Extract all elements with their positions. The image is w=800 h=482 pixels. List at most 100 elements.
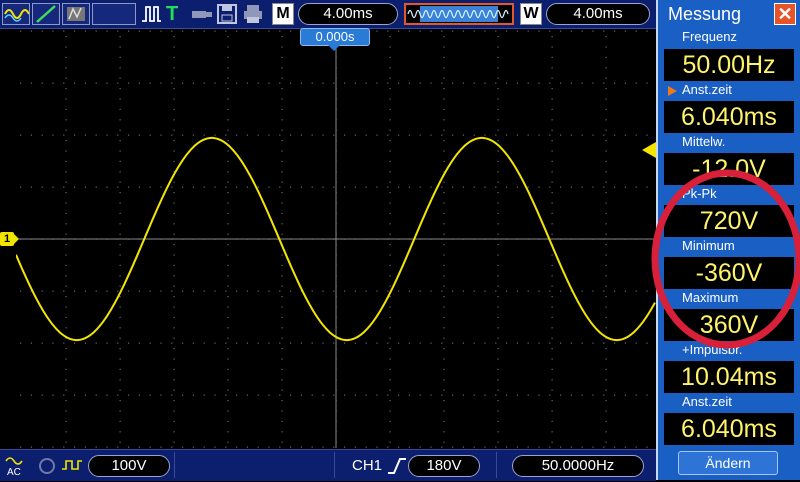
- trigger-source-label[interactable]: CH1: [352, 455, 388, 477]
- grid-dot: [497, 254, 499, 256]
- waveform-display-icon[interactable]: [2, 3, 30, 25]
- grid-dot: [227, 420, 229, 422]
- grid-dot: [65, 77, 67, 79]
- grid-dot: [182, 30, 184, 32]
- grid-dot: [389, 67, 391, 69]
- grid-dot: [149, 186, 151, 188]
- grid-dot: [614, 134, 616, 136]
- grid-dot: [290, 30, 292, 32]
- grid-dot: [106, 290, 108, 292]
- grid-dot: [389, 244, 391, 246]
- grid-dot: [333, 134, 335, 136]
- measurement-value[interactable]: 6.040ms: [664, 413, 794, 445]
- trigger-level-arrow-icon[interactable]: [642, 142, 656, 158]
- coupling-ac-icon[interactable]: AC: [4, 455, 34, 478]
- measurement-value[interactable]: -12.0V: [664, 153, 794, 185]
- measurement-value[interactable]: 50.00Hz: [664, 49, 794, 81]
- invert-icon[interactable]: [60, 455, 84, 477]
- grid-dot: [171, 290, 173, 292]
- grid-dot: [74, 134, 76, 136]
- grid-dot: [398, 342, 400, 344]
- grid-dot: [506, 290, 508, 292]
- pulse-trigger-icon[interactable]: [140, 3, 162, 25]
- grid-dot: [128, 394, 130, 396]
- grid-dot: [65, 192, 67, 194]
- save-icon[interactable]: [216, 3, 238, 25]
- grid-dot: [138, 186, 140, 188]
- grid-dot: [344, 446, 346, 448]
- grid-dot: [20, 134, 22, 136]
- grid-dot: [257, 342, 259, 344]
- bandwidth-limit-icon[interactable]: [36, 455, 58, 477]
- divider: [496, 452, 497, 478]
- grid-dot: [173, 108, 175, 110]
- usb-icon[interactable]: [190, 3, 214, 25]
- grid-dot: [281, 36, 283, 38]
- main-timebase-button[interactable]: M: [272, 3, 294, 25]
- grid-dot: [322, 342, 324, 344]
- waveform-plot: [16, 30, 656, 448]
- grid-dot: [65, 441, 67, 443]
- graticule: [16, 30, 656, 448]
- change-button[interactable]: Ändern: [678, 451, 778, 475]
- grid-dot: [603, 290, 605, 292]
- grid-dot: [119, 140, 121, 142]
- rising-edge-icon[interactable]: [386, 455, 408, 477]
- trigger-position-readout[interactable]: 0.000s: [300, 28, 370, 46]
- grid-dot: [227, 400, 229, 402]
- grid-dot: [497, 56, 499, 58]
- persistence-icon[interactable]: [62, 3, 90, 25]
- measurement-value[interactable]: 6.040ms: [664, 101, 794, 133]
- grid-dot: [527, 446, 529, 448]
- grid-dot: [605, 212, 607, 214]
- grid-dot: [279, 394, 281, 396]
- grid-dot: [605, 368, 607, 370]
- grid-dot: [389, 275, 391, 277]
- grid-dot: [333, 186, 335, 188]
- grid-dot: [182, 394, 184, 396]
- measurement-label: Minimum: [682, 238, 735, 253]
- grid-dot: [497, 192, 499, 194]
- close-button[interactable]: ✕: [774, 3, 796, 25]
- grid-dot: [605, 160, 607, 162]
- measurement-value[interactable]: 360V: [664, 309, 794, 341]
- trigger-level-readout[interactable]: 180V: [408, 455, 480, 477]
- grid-dot: [389, 223, 391, 225]
- print-icon[interactable]: [242, 3, 264, 25]
- grid-dot: [646, 290, 648, 292]
- grid-dot: [192, 394, 194, 396]
- grid-dot: [65, 98, 67, 100]
- window-timebase-readout[interactable]: 4.00ms: [546, 3, 650, 25]
- grid-dot: [225, 30, 227, 32]
- grid-dot: [389, 119, 391, 121]
- grid-dot: [495, 446, 497, 448]
- grid-dot: [581, 394, 583, 396]
- window-timebase-button[interactable]: W: [520, 3, 542, 25]
- grid-dot: [227, 254, 229, 256]
- grid-dot: [551, 337, 553, 339]
- grid-dot: [119, 431, 121, 433]
- grid-dot: [119, 212, 121, 214]
- grid-dot: [214, 134, 216, 136]
- grid-dot: [52, 186, 54, 188]
- grid-dot: [344, 134, 346, 136]
- grid-dot: [443, 431, 445, 433]
- measurement-value[interactable]: -360V: [664, 257, 794, 289]
- measurement-value[interactable]: 10.04ms: [664, 361, 794, 393]
- measurement-value[interactable]: 720V: [664, 205, 794, 237]
- grid-dot: [322, 290, 324, 292]
- grid-dot: [624, 82, 626, 84]
- waveform-window-icon[interactable]: [404, 3, 514, 25]
- ch1-ground-marker[interactable]: 1: [0, 232, 19, 246]
- grid-dot: [497, 67, 499, 69]
- timebase-readout[interactable]: 4.00ms: [298, 3, 398, 25]
- measurement-panel: Messung ✕ Frequenz 50.00Hz Anst.zeit 6.0…: [656, 0, 800, 480]
- grid-dot: [497, 98, 499, 100]
- grid-dot: [387, 342, 389, 344]
- grid-dot: [570, 30, 572, 32]
- grid-dot: [173, 420, 175, 422]
- line-display-icon[interactable]: [32, 3, 60, 25]
- grid-dot: [149, 394, 151, 396]
- channel-scale-readout[interactable]: 100V: [88, 455, 170, 477]
- waveform-display[interactable]: [16, 30, 656, 448]
